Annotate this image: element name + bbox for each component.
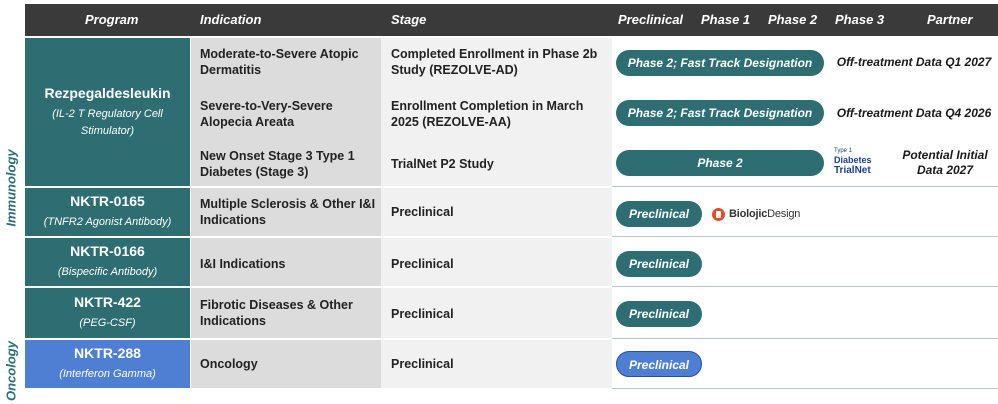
program-cell-nktr288: NKTR-288 (Interferon Gamma) — [25, 340, 190, 388]
row-divider — [612, 388, 998, 389]
header-program: Program — [85, 12, 139, 27]
program-name: NKTR-288 — [74, 345, 141, 361]
program-subtitle: (Bispecific Antibody) — [57, 266, 158, 278]
stage-text: Preclinical — [391, 307, 454, 321]
phase-bar: Preclinical — [616, 251, 702, 277]
phase-bar: Preclinical — [616, 301, 702, 327]
header-phase2: Phase 2 — [768, 12, 818, 27]
indication-text: Oncology — [200, 357, 258, 371]
biolojic-design-logo: BiolojicDesign — [712, 206, 800, 222]
program-cell-rezpeg: Rezpegaldesleukin (IL-2 T Regulatory Cel… — [25, 38, 190, 186]
indication-text: Multiple Sclerosis & Other I&I Indicatio… — [200, 197, 376, 227]
stage-text: Completed Enrollment in Phase 2b Study (… — [391, 47, 598, 77]
biolojic-logo-text: BiolojicDesign — [729, 208, 801, 220]
header-preclinical: Preclinical — [618, 12, 684, 27]
phase-bar: Phase 2; Fast Track Designation — [616, 100, 824, 126]
side-label-immunology-area: Immunology — [0, 38, 22, 338]
program-cell-nktr0165: NKTR-0165 (TNFR2 Agonist Antibody) — [25, 188, 190, 236]
header-indication: Indication — [200, 12, 262, 27]
program-subtitle: (TNFR2 Agonist Antibody) — [43, 216, 172, 228]
indication-text: I&I Indications — [200, 257, 286, 271]
program-subtitle: (PEG-CSF) — [79, 317, 136, 329]
program-cell-nktr0166: NKTR-0166 (Bispecific Antibody) — [25, 238, 190, 286]
stage-text: Enrollment Completion in March 2025 (REZ… — [391, 99, 584, 129]
table-header: Program Indication Stage Preclinical Pha… — [25, 4, 998, 36]
indication-text: Severe-to-Very-Severe Alopecia Areata — [200, 99, 333, 129]
header-phase3: Phase 3 — [835, 12, 885, 27]
row-divider — [612, 186, 998, 187]
program-name: Rezpegaldesleukin — [44, 84, 171, 101]
side-label-immunology: Immunology — [3, 149, 19, 227]
biolojic-mark-icon — [712, 207, 725, 221]
partner-text: Potential Initial Data 2027 — [902, 148, 988, 177]
header-phase1: Phase 1 — [701, 12, 751, 27]
side-label-oncology-area: Oncology — [0, 338, 22, 404]
program-name: NKTR-0165 — [70, 193, 145, 209]
phase-bar: Phase 2; Fast Track Designation — [616, 50, 824, 76]
program-subtitle: (IL-2 T Regulatory Cell Stimulator) — [52, 107, 163, 137]
indication-text: Moderate-to-Severe Atopic Dermatitis — [200, 47, 359, 77]
header-stage: Stage — [391, 12, 427, 27]
program-cell-nktr422: NKTR-422 (PEG-CSF) — [25, 288, 190, 338]
side-label-oncology: Oncology — [3, 341, 19, 401]
indication-text: New Onset Stage 3 Type 1 Diabetes (Stage… — [200, 149, 355, 179]
row-divider — [612, 286, 998, 287]
row-divider — [612, 236, 998, 237]
partner-text: Off-treatment Data Q4 2026 — [836, 106, 992, 120]
program-name: NKTR-422 — [74, 294, 141, 310]
stage-text: Preclinical — [391, 257, 454, 271]
phase-bar: Preclinical — [616, 351, 702, 377]
stage-text: Preclinical — [391, 205, 454, 219]
trialnet-logo: Type 1 Diabetes TrialNet — [834, 148, 872, 176]
stage-text: Preclinical — [391, 357, 454, 371]
program-name: NKTR-0166 — [70, 243, 145, 259]
partner-text: Off-treatment Data Q1 2027 — [836, 55, 992, 69]
row-divider — [612, 338, 998, 339]
phase-bar: Phase 2 — [616, 150, 824, 176]
stage-text: TrialNet P2 Study — [391, 157, 494, 171]
program-subtitle: (Interferon Gamma) — [59, 368, 156, 380]
indication-text: Fibrotic Diseases & Other Indications — [200, 298, 353, 328]
phase-bar: Preclinical — [616, 201, 702, 227]
header-partner: Partner — [927, 12, 973, 27]
